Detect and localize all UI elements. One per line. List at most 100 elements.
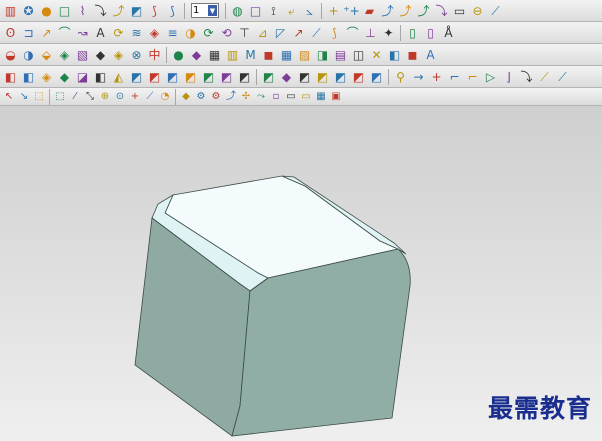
toolbar-button-icon[interactable]: ⬙ bbox=[38, 46, 55, 63]
toolbar-button-icon[interactable]: ⟆ bbox=[146, 2, 163, 19]
toolbar-button-icon[interactable]: □ bbox=[56, 2, 73, 19]
toolbar-button-icon[interactable]: ⟋ bbox=[536, 68, 553, 85]
toolbar-button-icon[interactable]: ↖ bbox=[2, 90, 16, 104]
toolbar-button-icon[interactable]: ◔ bbox=[158, 90, 172, 104]
toolbar-button-icon[interactable]: ◼ bbox=[260, 46, 277, 63]
toolbar-button-icon[interactable]: ◪ bbox=[74, 68, 91, 85]
toolbar-button-icon[interactable]: ⁄ bbox=[68, 90, 82, 104]
toolbar-button-icon[interactable]: ◆ bbox=[92, 46, 109, 63]
toolbar-button-icon[interactable]: ◈ bbox=[56, 46, 73, 63]
toolbar-button-icon[interactable]: ◩ bbox=[164, 68, 181, 85]
toolbar-button-icon[interactable]: + bbox=[428, 68, 445, 85]
toolbar-button-icon[interactable]: ⊤ bbox=[236, 24, 253, 41]
toolbar-button-icon[interactable]: ⊕ bbox=[98, 90, 112, 104]
toolbar-button-icon[interactable]: ⤵ bbox=[92, 2, 109, 19]
toolbar-button-icon[interactable]: + bbox=[128, 90, 142, 104]
toolbar-button-icon[interactable]: ⌋ bbox=[500, 68, 517, 85]
toolbar-button-icon[interactable]: A bbox=[92, 24, 109, 41]
chevron-down-icon[interactable]: ▼ bbox=[208, 5, 217, 16]
toolbar-button-icon[interactable]: ↗ bbox=[290, 24, 307, 41]
toolbar-button-icon[interactable]: ⟋ bbox=[487, 2, 504, 19]
toolbar-button-icon[interactable]: ⟳ bbox=[200, 24, 217, 41]
toolbar-button-icon[interactable]: ⟆ bbox=[326, 24, 343, 41]
toolbar-button-icon[interactable]: ◩ bbox=[296, 68, 313, 85]
toolbar-button-icon[interactable]: ◭ bbox=[110, 68, 127, 85]
toolbar-button-icon[interactable]: ✦ bbox=[380, 24, 397, 41]
layer-combo-box[interactable]: 1 ▼ bbox=[191, 3, 219, 18]
toolbar-button-icon[interactable]: ▭ bbox=[284, 90, 298, 104]
toolbar-button-icon[interactable]: ▦ bbox=[206, 46, 223, 63]
toolbar-button-icon[interactable]: ⟆ bbox=[164, 2, 181, 19]
toolbar-button-icon[interactable]: ⤴ bbox=[415, 2, 432, 19]
toolbar-button-icon[interactable]: ⤴ bbox=[110, 2, 127, 19]
graphics-viewport[interactable]: 最需教育 bbox=[0, 106, 602, 441]
toolbar-button-icon[interactable]: ● bbox=[170, 46, 187, 63]
toolbar-button-icon[interactable]: ◍ bbox=[229, 2, 246, 19]
toolbar-button-icon[interactable]: ⤴ bbox=[379, 2, 396, 19]
toolbar-button-icon[interactable]: ▥ bbox=[2, 2, 19, 19]
toolbar-button-icon[interactable]: ⤵ bbox=[518, 68, 535, 85]
toolbar-button-icon[interactable]: M bbox=[242, 46, 259, 63]
toolbar-button-icon[interactable]: ⌇ bbox=[74, 2, 91, 19]
toolbar-button-icon[interactable]: ◩ bbox=[314, 68, 331, 85]
toolbar-button-icon[interactable]: ● bbox=[38, 2, 55, 19]
toolbar-button-icon[interactable]: ⤴ bbox=[397, 2, 414, 19]
toolbar-button-icon[interactable]: ▷ bbox=[482, 68, 499, 85]
toolbar-button-icon[interactable]: ◈ bbox=[110, 46, 127, 63]
toolbar-button-icon[interactable]: ◑ bbox=[20, 46, 37, 63]
toolbar-button-icon[interactable]: ◸ bbox=[272, 24, 289, 41]
toolbar-button-icon[interactable]: ◧ bbox=[20, 68, 37, 85]
toolbar-button-icon[interactable]: ◈ bbox=[38, 68, 55, 85]
toolbar-button-icon[interactable]: ⊐ bbox=[20, 24, 37, 41]
toolbar-button-icon[interactable]: ◩ bbox=[260, 68, 277, 85]
toolbar-button-icon[interactable]: ▦ bbox=[278, 46, 295, 63]
toolbar-button-icon[interactable]: ▰ bbox=[361, 2, 378, 19]
toolbar-button-icon[interactable]: ◧ bbox=[92, 68, 109, 85]
toolbar-button-icon[interactable]: ⚲ bbox=[392, 68, 409, 85]
toolbar-button-icon[interactable]: ↘ bbox=[17, 90, 31, 104]
toolbar-button-icon[interactable]: ◆ bbox=[188, 46, 205, 63]
toolbar-button-icon[interactable]: ↝ bbox=[74, 24, 91, 41]
toolbar-button-icon[interactable]: ▭ bbox=[299, 90, 313, 104]
toolbar-button-icon[interactable]: ⤵ bbox=[433, 2, 450, 19]
toolbar-button-icon[interactable]: ↗ bbox=[38, 24, 55, 41]
toolbar-button-icon[interactable]: ▧ bbox=[74, 46, 91, 63]
toolbar-button-icon[interactable]: ⬚ bbox=[32, 90, 46, 104]
toolbar-button-icon[interactable]: ▥ bbox=[224, 46, 241, 63]
toolbar-button-icon[interactable]: ⌒ bbox=[56, 24, 73, 41]
toolbar-button-icon[interactable]: ⟋ bbox=[554, 68, 571, 85]
toolbar-button-icon[interactable]: ◩ bbox=[332, 68, 349, 85]
toolbar-button-icon[interactable]: ⚙ bbox=[209, 90, 223, 104]
toolbar-button-icon[interactable]: ⊗ bbox=[128, 46, 145, 63]
toolbar-button-icon[interactable]: ⊖ bbox=[469, 2, 486, 19]
toolbar-button-icon[interactable]: ◩ bbox=[128, 2, 145, 19]
toolbar-button-icon[interactable]: ◆ bbox=[179, 90, 193, 104]
toolbar-button-icon[interactable]: ≡ bbox=[164, 24, 181, 41]
toolbar-button-icon[interactable]: ʘ bbox=[2, 24, 19, 41]
toolbar-button-icon[interactable]: ◫ bbox=[350, 46, 367, 63]
toolbar-button-icon[interactable]: ⟲ bbox=[218, 24, 235, 41]
toolbar-button-icon[interactable]: ⁺+ bbox=[343, 2, 360, 19]
toolbar-button-icon[interactable]: ◩ bbox=[368, 68, 385, 85]
toolbar-button-icon[interactable]: ◧ bbox=[2, 68, 19, 85]
toolbar-button-icon[interactable]: ⟋ bbox=[308, 24, 325, 41]
toolbar-button-icon[interactable]: ⦣ bbox=[301, 2, 318, 19]
toolbar-button-icon[interactable]: ◩ bbox=[350, 68, 367, 85]
toolbar-button-icon[interactable]: ◩ bbox=[218, 68, 235, 85]
toolbar-button-icon[interactable]: ◩ bbox=[146, 68, 163, 85]
toolbar-button-icon[interactable]: ⟟ bbox=[265, 2, 282, 19]
toolbar-button-icon[interactable]: 中 bbox=[146, 46, 163, 63]
toolbar-button-icon[interactable]: ⊙ bbox=[113, 90, 127, 104]
toolbar-button-icon[interactable]: ◩ bbox=[236, 68, 253, 85]
toolbar-button-icon[interactable]: A bbox=[422, 46, 439, 63]
toolbar-button-icon[interactable]: ⌐ bbox=[464, 68, 481, 85]
toolbar-button-icon[interactable]: ◆ bbox=[56, 68, 73, 85]
toolbar-button-icon[interactable]: ◨ bbox=[314, 46, 331, 63]
toolbar-button-icon[interactable]: ⚙ bbox=[194, 90, 208, 104]
toolbar-button-icon[interactable]: ▯ bbox=[422, 24, 439, 41]
toolbar-button-icon[interactable]: ▫ bbox=[269, 90, 283, 104]
toolbar-button-icon[interactable]: ⤶ bbox=[283, 2, 300, 19]
toolbar-button-icon[interactable]: ◒ bbox=[2, 46, 19, 63]
toolbar-button-icon[interactable]: ⤴ bbox=[224, 90, 238, 104]
toolbar-button-icon[interactable]: ◩ bbox=[200, 68, 217, 85]
